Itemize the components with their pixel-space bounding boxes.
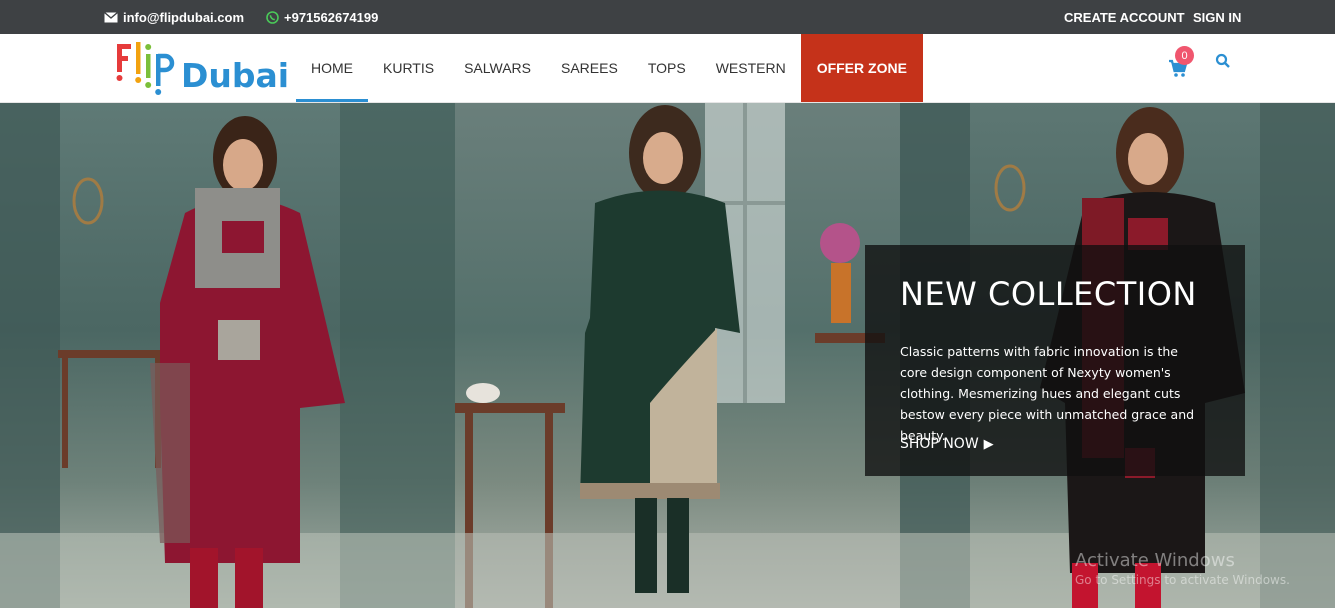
search-button[interactable]: [1215, 53, 1231, 69]
nav-item-offer-zone[interactable]: OFFER ZONE: [800, 34, 923, 102]
hero-title: NEW COLLECTION: [900, 275, 1197, 313]
flip-logo-mark: [116, 42, 175, 95]
email-contact[interactable]: info@flipdubai.com: [104, 0, 244, 34]
nav-item-western[interactable]: WESTERN: [701, 34, 801, 102]
new-collection-panel: NEW COLLECTION Classic patterns with fab…: [865, 245, 1245, 476]
nav-item-tops[interactable]: TOPS: [633, 34, 701, 102]
play-arrow-icon: ▶: [983, 436, 994, 452]
whatsapp-icon: [266, 10, 279, 24]
cart-count-badge: 0: [1175, 46, 1194, 65]
windows-activation-watermark: Activate Windows Go to Settings to activ…: [1075, 550, 1290, 587]
hero-panel-left: [0, 103, 455, 608]
nav-item-sarees[interactable]: SAREES: [546, 34, 633, 102]
shop-now-button[interactable]: SHOP NOW ▶: [900, 436, 994, 452]
site-logo[interactable]: Dubai: [115, 38, 289, 96]
top-bar: info@flipdubai.com +971562674199 CREATE …: [0, 0, 1335, 34]
phone-contact[interactable]: +971562674199: [266, 0, 378, 34]
phone-text: +971562674199: [284, 9, 379, 25]
create-account-link[interactable]: CREATE ACCOUNT: [1064, 0, 1185, 34]
logo-text-dubai: Dubai: [181, 56, 290, 95]
email-text: info@flipdubai.com: [123, 9, 244, 25]
hero-panel-middle: [455, 103, 900, 608]
model-red-kurti-image: [0, 103, 455, 608]
hero-description: Classic patterns with fabric innovation …: [900, 344, 1195, 443]
watermark-line2: Go to Settings to activate Windows.: [1075, 573, 1290, 587]
main-header: Dubai HOME KURTIS SALWARS SAREES TOPS WE…: [0, 34, 1335, 103]
nav-item-salwars[interactable]: SALWARS: [449, 34, 546, 102]
hero-banner[interactable]: NEW COLLECTION Classic patterns with fab…: [0, 103, 1335, 608]
sign-in-link[interactable]: SIGN IN: [1193, 0, 1241, 34]
watermark-line1: Activate Windows: [1075, 550, 1235, 571]
nav-item-home[interactable]: HOME: [296, 34, 368, 102]
shop-now-label: SHOP NOW: [900, 436, 979, 452]
envelope-icon: [104, 11, 118, 23]
model-green-kurti-image: [455, 103, 900, 608]
search-icon: [1215, 53, 1230, 68]
main-nav: HOME KURTIS SALWARS SAREES TOPS WESTERN …: [296, 34, 923, 102]
nav-item-kurtis[interactable]: KURTIS: [368, 34, 449, 102]
